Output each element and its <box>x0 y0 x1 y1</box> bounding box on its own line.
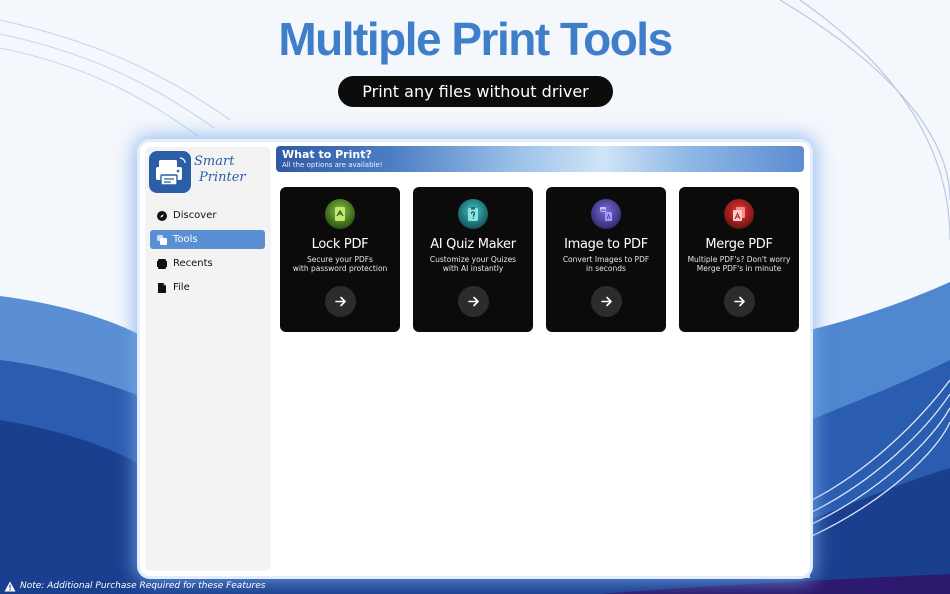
app-logo: Smart Printer <box>149 151 259 197</box>
card-description: Convert Images to PDF in seconds <box>562 255 650 273</box>
recents-icon <box>157 258 167 269</box>
arrow-right-button[interactable] <box>325 286 356 317</box>
arrow-right-icon <box>734 296 745 307</box>
tool-card-lock-pdf[interactable]: Lock PDF Secure your PDFs with password p… <box>280 187 400 332</box>
compass-icon <box>157 210 167 221</box>
subheadline-pill: Print any files without driver <box>338 76 613 107</box>
sidebar-item-label: Discover <box>173 210 217 221</box>
card-description: Secure your PDFs with password protection <box>292 255 388 273</box>
sidebar-item-file[interactable]: File <box>150 278 265 297</box>
merge-pdf-icon <box>724 199 754 229</box>
page-headline: Multiple Print Tools <box>278 13 673 65</box>
logo-word-printer: Printer <box>199 170 246 185</box>
tool-card-merge-pdf[interactable]: Merge PDF Multiple PDF's? Don't worry Mer… <box>679 187 799 332</box>
arrow-right-icon <box>468 296 479 307</box>
app-window: Smart Printer Discover Tools Recents Fil… <box>140 142 810 576</box>
sidebar-item-discover[interactable]: Discover <box>150 206 265 225</box>
tool-card-image-to-pdf[interactable]: Image to PDF Convert Images to PDF in sec… <box>546 187 666 332</box>
card-title: Image to PDF <box>564 237 648 252</box>
sidebar: Smart Printer Discover Tools Recents Fil… <box>145 147 271 571</box>
footnote-text: Note: Additional Purchase Required for t… <box>20 581 266 591</box>
file-icon <box>158 282 166 293</box>
lock-pdf-icon <box>325 199 355 229</box>
app-logo-text: Smart Printer <box>194 154 260 186</box>
sidebar-item-label: Tools <box>173 234 198 245</box>
arrow-right-button[interactable] <box>458 286 489 317</box>
card-description: Customize your Quizes with AI instantly <box>429 255 517 273</box>
arrow-right-button[interactable] <box>591 286 622 317</box>
card-description: Multiple PDF's? Don't worry Merge PDF's i… <box>687 255 791 273</box>
arrow-right-button[interactable] <box>724 286 755 317</box>
sidebar-item-recents[interactable]: Recents <box>150 254 265 273</box>
image-to-pdf-icon <box>591 199 621 229</box>
tools-icon <box>157 234 167 245</box>
logo-word-smart: Smart <box>194 154 235 169</box>
quiz-icon <box>458 199 488 229</box>
sidebar-item-tools[interactable]: Tools <box>150 230 265 249</box>
card-title: Merge PDF <box>705 237 773 252</box>
card-title: Lock PDF <box>311 237 369 252</box>
tool-card-ai-quiz-maker[interactable]: AI Quiz Maker Customize your Quizes with … <box>413 187 533 332</box>
printer-logo-icon <box>149 151 191 193</box>
card-title: AI Quiz Maker <box>430 237 516 252</box>
arrow-right-icon <box>601 296 612 307</box>
arrow-right-icon <box>335 296 346 307</box>
banner-title: What to Print? <box>282 148 372 161</box>
sidebar-item-label: Recents <box>173 258 213 269</box>
warning-icon <box>4 581 16 591</box>
what-to-print-banner: What to Print? All the options are avail… <box>276 146 804 172</box>
sidebar-item-label: File <box>173 282 190 293</box>
purchase-footnote: Note: Additional Purchase Required for t… <box>4 579 265 593</box>
banner-subtitle: All the options are available! <box>282 161 383 169</box>
